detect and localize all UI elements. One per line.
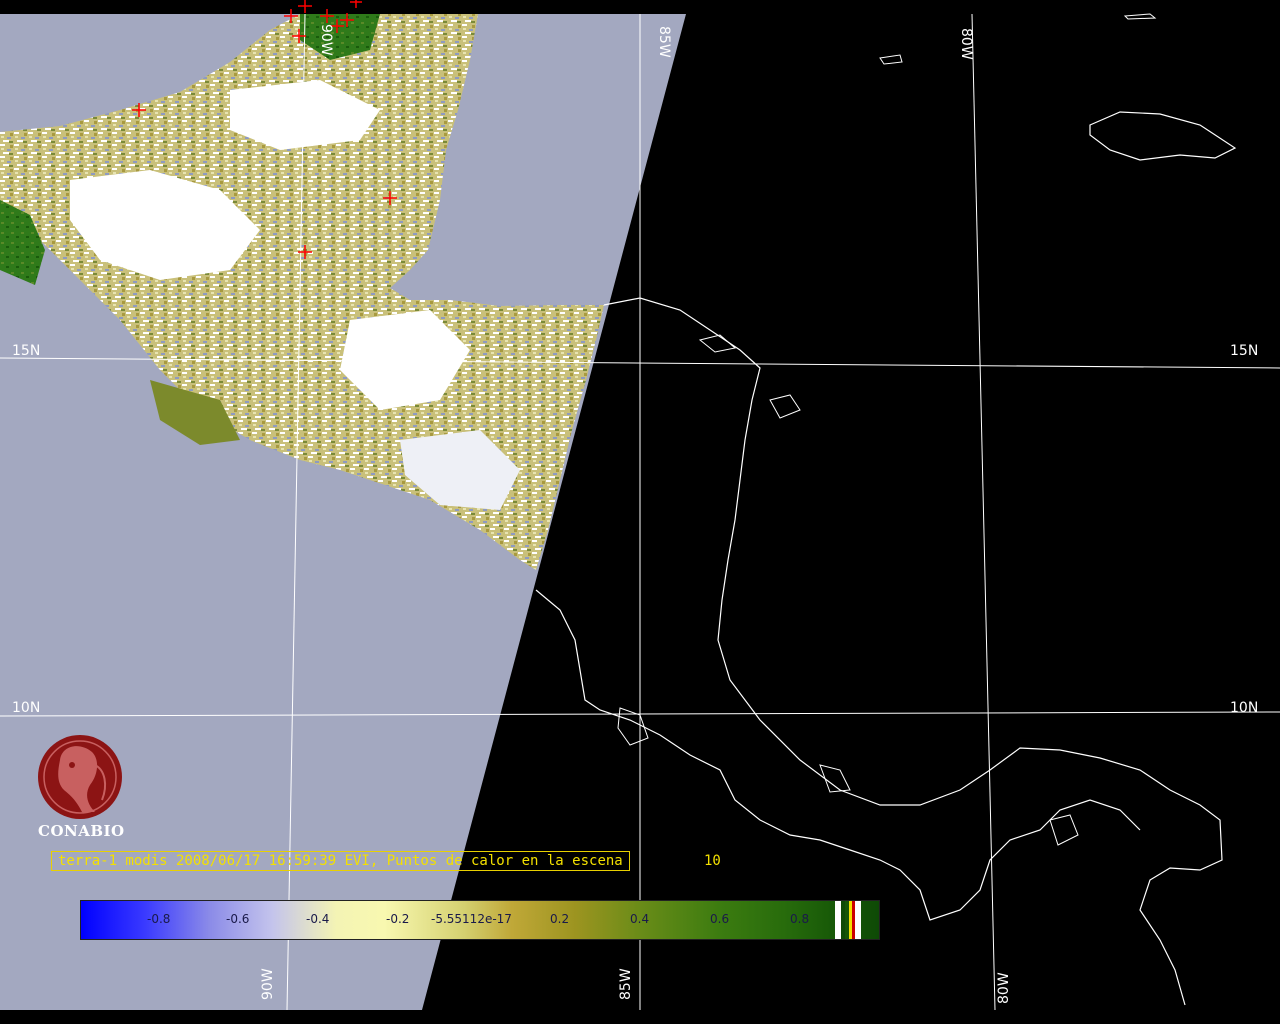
island-outline bbox=[1123, 13, 1157, 20]
lon-label-85w-bottom: 85W bbox=[618, 968, 634, 1000]
lon-label-85w-top: 85W bbox=[656, 26, 672, 58]
colorbar-tick: -0.2 bbox=[386, 912, 410, 926]
jamaica-outline bbox=[1089, 111, 1237, 161]
island-outline bbox=[1049, 814, 1079, 846]
island-outline bbox=[819, 764, 851, 793]
scene-caption: terra-1 modis 2008/06/17 16:59:39 EVI, P… bbox=[51, 851, 630, 871]
lon-label-90w-bottom: 90W bbox=[260, 968, 276, 1000]
lat-label-10n-left: 10N bbox=[12, 700, 40, 716]
island-outline bbox=[879, 54, 903, 65]
colorbar-tick: 0.2 bbox=[550, 912, 570, 926]
colorbar-tick: 0.4 bbox=[630, 912, 650, 926]
lon-label-80w-bottom: 80W bbox=[996, 972, 1012, 1004]
colorbar-tick: -0.4 bbox=[306, 912, 330, 926]
hotspot-count: 10 bbox=[704, 853, 721, 869]
lon-label-90w-top: 90W bbox=[318, 24, 334, 56]
colorbar-tick: -0.6 bbox=[226, 912, 250, 926]
evi-colorbar: -0.8 -0.6 -0.4 -0.2 -5.55112e-17 0.2 0.4… bbox=[80, 900, 880, 940]
lat-label-15n-left: 15N bbox=[12, 343, 40, 359]
conabio-seal-icon bbox=[38, 735, 122, 819]
conabio-logo-text: CONABIO bbox=[38, 822, 125, 840]
colorbar-tick: -5.55112e-17 bbox=[431, 912, 512, 926]
hotspot-marker bbox=[298, 0, 312, 13]
coastline-central-america bbox=[603, 297, 1223, 1006]
island-outline bbox=[769, 394, 801, 419]
colorbar-tick: 0.6 bbox=[710, 912, 730, 926]
lat-label-10n-right: 10N bbox=[1230, 700, 1258, 716]
colorbar-special-values bbox=[835, 901, 861, 939]
lon-label-80w-top: 80W bbox=[958, 28, 974, 60]
colorbar-tick: -0.8 bbox=[147, 912, 171, 926]
colorbar-tick: 0.8 bbox=[790, 912, 810, 926]
island-outline bbox=[698, 334, 737, 353]
hotspot-marker bbox=[350, 0, 362, 8]
lat-label-15n-right: 15N bbox=[1230, 343, 1258, 359]
